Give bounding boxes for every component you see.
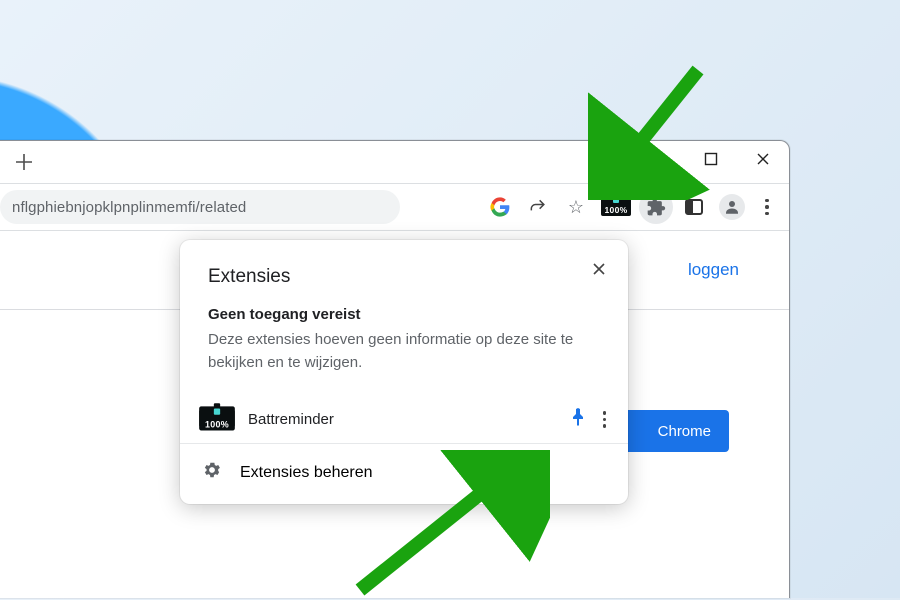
section-title: Geen toegang vereist bbox=[208, 306, 600, 323]
login-link[interactable]: loggen bbox=[688, 260, 739, 280]
puzzle-icon bbox=[646, 197, 666, 217]
pin-button[interactable] bbox=[571, 408, 585, 431]
plus-icon bbox=[16, 154, 32, 170]
extension-menu-button[interactable] bbox=[603, 411, 607, 428]
tab-strip bbox=[0, 141, 569, 183]
close-icon bbox=[592, 262, 606, 276]
pin-icon bbox=[571, 408, 585, 426]
address-bar[interactable]: nflgphiebnjopklpnplinmemfi/related bbox=[0, 190, 400, 224]
profile-icon bbox=[719, 194, 745, 220]
close-button[interactable] bbox=[737, 141, 789, 177]
annotation-arrow-top bbox=[588, 60, 718, 200]
profile-button[interactable] bbox=[715, 190, 749, 224]
google-lens-button[interactable] bbox=[483, 190, 517, 224]
extension-name: Battreminder bbox=[248, 411, 571, 428]
gear-icon bbox=[202, 460, 222, 486]
popup-title: Extensies bbox=[208, 266, 600, 288]
share-button[interactable] bbox=[521, 190, 555, 224]
star-icon: ☆ bbox=[568, 197, 584, 218]
share-icon bbox=[528, 197, 548, 217]
extension-row[interactable]: 100% Battreminder bbox=[180, 396, 628, 444]
address-text: nflgphiebnjopklpnplinmemfi/related bbox=[12, 199, 246, 216]
battery-icon: 100% bbox=[601, 198, 631, 216]
annotation-arrow-bottom bbox=[330, 450, 550, 600]
new-tab-button[interactable] bbox=[8, 146, 40, 178]
kebab-icon bbox=[765, 199, 769, 216]
google-icon bbox=[490, 197, 510, 217]
close-icon bbox=[756, 152, 770, 166]
section-description: Deze extensies hoeven geen informatie op… bbox=[208, 329, 600, 374]
extension-icon: 100% bbox=[199, 409, 235, 430]
sidepanel-icon bbox=[685, 199, 703, 215]
chrome-menu-button[interactable] bbox=[753, 190, 781, 224]
popup-close-button[interactable] bbox=[584, 254, 614, 284]
